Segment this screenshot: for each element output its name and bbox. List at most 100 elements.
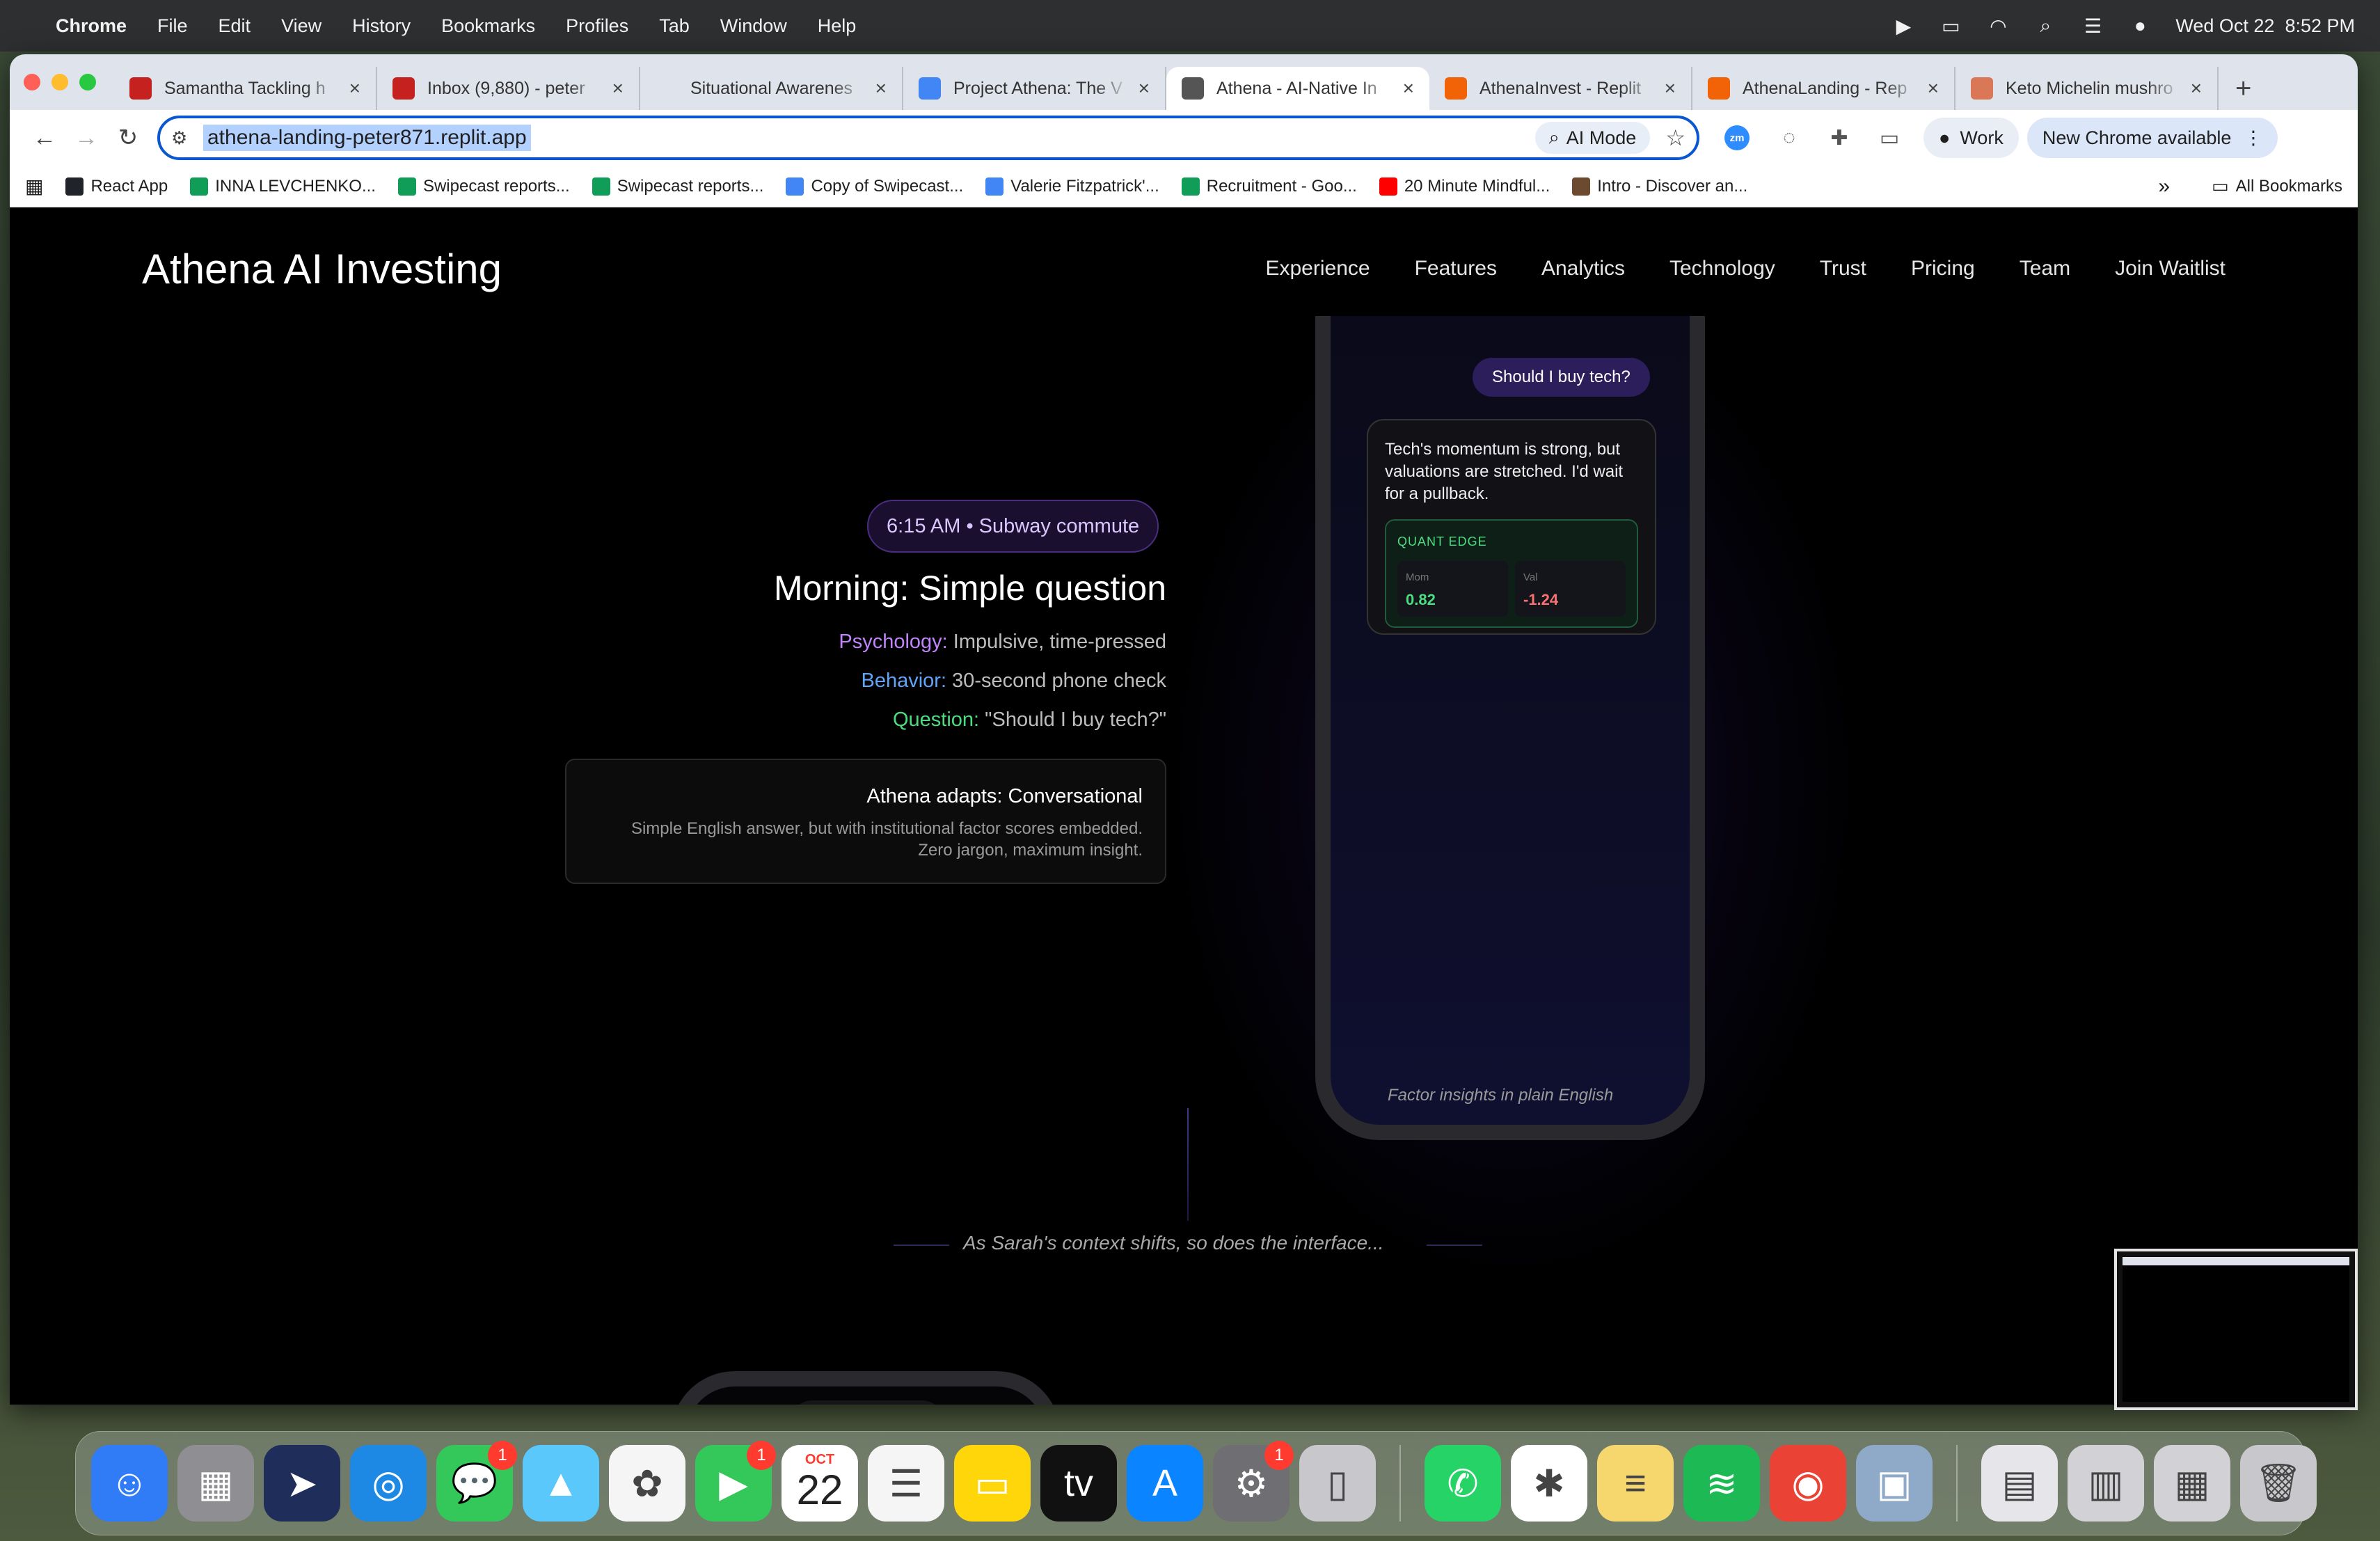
menu-view[interactable]: View [281, 15, 322, 37]
url-text[interactable]: athena-landing-peter871.replit.app [203, 125, 531, 151]
chrome-icon[interactable]: ◉ [1770, 1445, 1846, 1522]
browser-tab[interactable]: Keto Michelin mushro × [1955, 67, 2219, 110]
photos-icon[interactable]: ✿ [609, 1445, 685, 1522]
reminders-icon[interactable]: ☰ [868, 1445, 944, 1522]
bookmark-item[interactable]: Recruitment - Goo... [1181, 177, 1357, 196]
address-bar[interactable]: ⚙ athena-landing-peter871.replit.app ⌕ A… [157, 116, 1699, 160]
calendar-icon[interactable]: OCT 22 [782, 1445, 858, 1522]
menu-bookmarks[interactable]: Bookmarks [441, 15, 535, 37]
bookmark-item[interactable]: Valerie Fitzpatrick'... [985, 177, 1159, 196]
nav-experience[interactable]: Experience [1265, 257, 1370, 280]
tab-search-icon[interactable]: ▭ [1869, 118, 1910, 158]
bookmark-item[interactable]: Copy of Swipecast... [786, 177, 963, 196]
close-tab-icon[interactable]: × [1403, 77, 1414, 100]
screenshot-thumbnail[interactable] [2114, 1249, 2358, 1410]
ai-mode-button[interactable]: ⌕ AI Mode [1534, 122, 1651, 154]
bookmark-item[interactable]: React App [65, 177, 168, 196]
control-center-icon[interactable]: ☰ [2081, 15, 2104, 37]
spotlight-search-icon[interactable]: ⌕ [2033, 15, 2057, 36]
spotify-icon[interactable]: ≋ [1683, 1445, 1760, 1522]
browser-tab[interactable]: Situational Awarenes × [640, 67, 903, 110]
screenshot-stack-icon[interactable]: ▥ [2068, 1445, 2144, 1522]
bookmark-star-icon[interactable]: ☆ [1665, 125, 1685, 151]
site-logo[interactable]: Athena AI Investing [142, 245, 502, 293]
menu-app-name[interactable]: Chrome [56, 15, 127, 37]
battery-icon[interactable]: ▭ [1939, 15, 1962, 37]
slack-icon[interactable]: ✱ [1511, 1445, 1587, 1522]
facetime-icon[interactable]: ▶ 1 [695, 1441, 776, 1522]
nav-technology[interactable]: Technology [1669, 257, 1775, 280]
close-window-button[interactable] [24, 74, 40, 90]
zoom-window-button[interactable] [79, 74, 96, 90]
siri-icon[interactable]: ● [2128, 15, 2152, 36]
system-settings-icon[interactable]: ⚙ 1 [1213, 1441, 1294, 1522]
globe-icon [1182, 77, 1204, 100]
browser-tab[interactable]: AthenaLanding - Rep × [1692, 67, 1955, 110]
bookmark-item[interactable]: Swipecast reports... [592, 177, 763, 196]
close-tab-icon[interactable]: × [1928, 77, 1939, 100]
browser-tab[interactable]: Inbox (9,880) - peter × [377, 67, 640, 110]
close-tab-icon[interactable]: × [2191, 77, 2202, 100]
bookmarks-overflow-icon[interactable]: » [2158, 175, 2170, 198]
whatsapp-icon[interactable]: ✆ [1425, 1445, 1501, 1522]
nav-join-waitlist[interactable]: Join Waitlist [2115, 257, 2226, 280]
stickies-icon[interactable]: ≡ [1597, 1445, 1674, 1522]
browser-tab[interactable]: AthenaInvest - Replit × [1429, 67, 1692, 110]
bookmark-item[interactable]: Intro - Discover an... [1572, 177, 1747, 196]
messages-icon[interactable]: 💬 1 [436, 1441, 517, 1522]
close-tab-icon[interactable]: × [1665, 77, 1676, 100]
close-tab-icon[interactable]: × [349, 77, 360, 100]
menu-help[interactable]: Help [818, 15, 857, 37]
copilot-icon[interactable]: ➤ [264, 1445, 340, 1522]
app-store-icon[interactable]: A [1127, 1445, 1203, 1522]
zoom-extension-icon[interactable]: zm [1724, 125, 1750, 150]
trash-icon[interactable]: 🗑 [2240, 1445, 2317, 1522]
reload-button[interactable]: ↻ [107, 117, 149, 159]
finder-icon[interactable]: ☺ [91, 1445, 168, 1522]
site-info-icon[interactable]: ⚙ [171, 127, 203, 149]
nav-trust[interactable]: Trust [1820, 257, 1866, 280]
minimize-window-button[interactable] [51, 74, 68, 90]
preview-icon[interactable]: ▣ [1856, 1445, 1933, 1522]
bookmark-item[interactable]: 20 Minute Mindful... [1379, 177, 1550, 196]
all-bookmarks-button[interactable]: ▭ All Bookmarks [2212, 175, 2342, 197]
menu-profiles[interactable]: Profiles [566, 15, 628, 37]
update-chrome-button[interactable]: New Chrome available ⋮ [2026, 118, 2278, 158]
browser-tab[interactable]: Athena - AI-Native In × [1166, 67, 1429, 110]
downloads-stack-icon[interactable]: ▦ [2154, 1445, 2230, 1522]
nav-analytics[interactable]: Analytics [1541, 257, 1625, 280]
close-tab-icon[interactable]: × [875, 77, 887, 100]
menu-tab[interactable]: Tab [659, 15, 690, 37]
new-tab-button[interactable]: + [2219, 67, 2268, 110]
profile-button[interactable]: ● Work [1923, 118, 2019, 158]
menu-edit[interactable]: Edit [219, 15, 251, 37]
bookmark-item[interactable]: INNA LEVCHENKO... [190, 177, 376, 196]
close-tab-icon[interactable]: × [612, 77, 624, 100]
nav-pricing[interactable]: Pricing [1911, 257, 1975, 280]
nav-features[interactable]: Features [1415, 257, 1497, 280]
notes-icon[interactable]: ▭ [954, 1445, 1031, 1522]
bookmark-item[interactable]: Swipecast reports... [397, 177, 570, 196]
menu-history[interactable]: History [352, 15, 411, 37]
close-tab-icon[interactable]: × [1139, 77, 1150, 100]
iphone-mirroring-icon[interactable]: ▯ [1299, 1445, 1376, 1522]
wifi-icon[interactable]: ◠ [1986, 15, 2010, 37]
safari-icon[interactable]: ◎ [350, 1445, 427, 1522]
apps-grid-icon[interactable]: ▦ [25, 175, 43, 198]
nav-team[interactable]: Team [2020, 257, 2070, 280]
browser-tab[interactable]: Project Athena: The V × [903, 67, 1166, 110]
menu-window[interactable]: Window [720, 15, 787, 37]
launchpad-icon[interactable]: ▦ [177, 1445, 254, 1522]
extension-icon[interactable]: ◌ [1769, 118, 1809, 158]
play-icon[interactable]: ▶ [1891, 15, 1915, 37]
menu-file[interactable]: File [157, 15, 188, 37]
extensions-puzzle-icon[interactable]: ✚ [1819, 118, 1859, 158]
back-button[interactable]: ← [24, 117, 65, 159]
browser-tab[interactable]: Samantha Tackling h × [114, 67, 377, 110]
forward-button[interactable]: → [65, 117, 107, 159]
folder-icon: ▭ [2212, 175, 2229, 196]
apple-tv-icon[interactable]: tv [1040, 1445, 1117, 1522]
maps-icon[interactable]: ▲ [523, 1445, 599, 1522]
document-stack-icon[interactable]: ▤ [1981, 1445, 2058, 1522]
menubar-clock[interactable]: Wed Oct 22 8:52 PM [2175, 15, 2355, 37]
